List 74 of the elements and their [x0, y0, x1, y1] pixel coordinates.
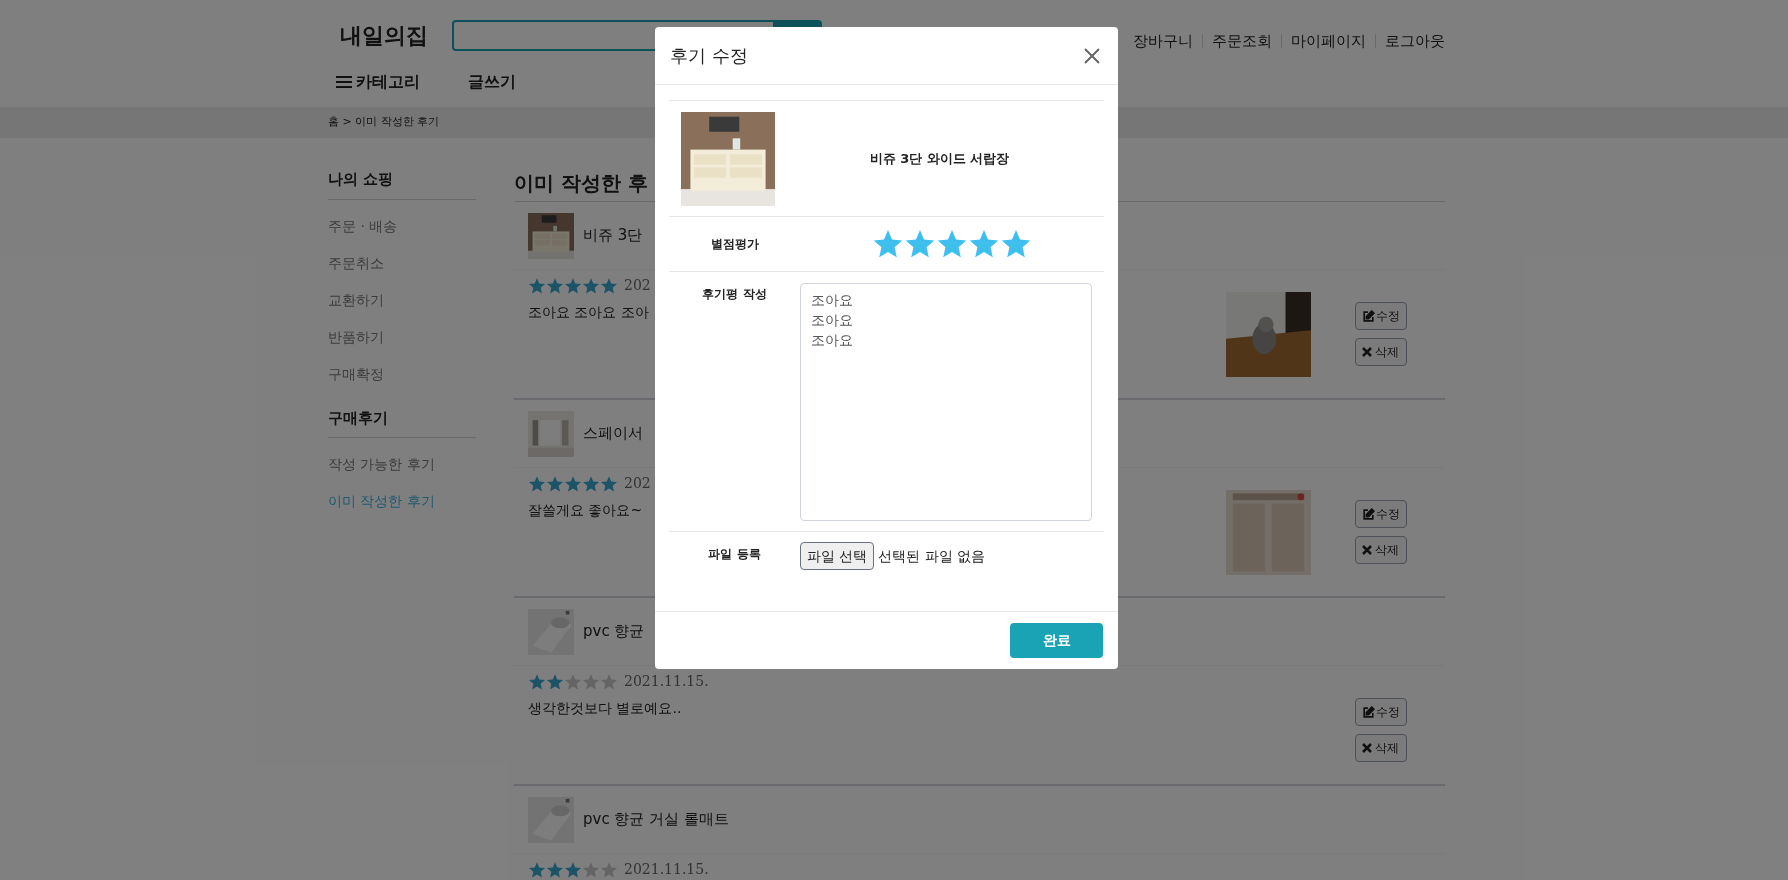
header-link[interactable]: 마이페이지 — [1291, 29, 1366, 53]
review-text: 잘쓸게요 좋아요~ — [528, 501, 644, 520]
edit-icon — [1362, 507, 1375, 521]
sidebar-item[interactable]: 교환하기 — [328, 281, 476, 319]
star-icon — [528, 474, 546, 493]
star-icon — [600, 672, 618, 691]
sidebar-item[interactable]: 반품하기 — [328, 318, 476, 356]
product-name[interactable]: pvc 향균 — [583, 620, 645, 643]
header-link[interactable]: 주문조회 — [1212, 29, 1272, 53]
star-icon — [1000, 228, 1032, 260]
star-icon — [968, 228, 1000, 260]
edit-button[interactable]: 수정 — [1355, 698, 1407, 726]
star-icon — [936, 228, 968, 260]
star-icon — [564, 276, 582, 295]
review-text: 조아요 조아요 조아 — [528, 303, 650, 322]
dialog-title: 후기 수정 — [670, 44, 748, 68]
star-icon — [546, 672, 564, 691]
edit-icon — [1362, 705, 1375, 719]
star-icon — [600, 474, 618, 493]
star-icon — [904, 228, 936, 260]
edit-button[interactable]: 수정 — [1355, 500, 1407, 528]
file-status: 선택된 파일 없음 — [878, 547, 986, 566]
close-icon — [1362, 347, 1372, 357]
star-icon — [600, 276, 618, 295]
delete-button[interactable]: 삭제 — [1355, 338, 1407, 366]
review-date: 2021.11.15. — [624, 860, 709, 879]
review-textarea[interactable]: 조아요 조아요 조아요 — [800, 283, 1092, 521]
sidebar-heading: 구매후기 — [328, 406, 476, 438]
write-link[interactable]: 글쓰기 — [468, 70, 516, 94]
header-link[interactable]: 로그아웃 — [1385, 29, 1445, 53]
review-date: 202 — [624, 276, 651, 295]
product-name[interactable]: 스페이서 — [583, 422, 643, 445]
category-menu[interactable]: 카테고리 — [336, 70, 420, 94]
star-icon — [600, 860, 618, 879]
product-name[interactable]: 비쥬 3단 — [583, 224, 643, 247]
star-icon — [872, 228, 904, 260]
sidebar-heading: 나의 쇼핑 — [328, 168, 476, 200]
star-icon — [528, 276, 546, 295]
menu-icon — [336, 75, 352, 89]
star-icon — [564, 474, 582, 493]
rating-label: 별점평가 — [709, 236, 760, 253]
review-date: 2021.11.15. — [624, 672, 709, 691]
product-name[interactable]: pvc 향균 거실 롤매트 — [583, 808, 729, 831]
file-label: 파일 등록 — [707, 546, 762, 563]
star-icon — [564, 860, 582, 879]
star-icon — [582, 276, 600, 295]
star-icon — [582, 474, 600, 493]
sidebar-item[interactable]: 작성 가능한 후기 — [328, 446, 476, 483]
breadcrumb: 홈 > 이미 작성한 후기 — [328, 114, 440, 131]
star-icon — [528, 672, 546, 691]
sidebar-item[interactable]: 주문취소 — [328, 244, 476, 282]
star-icon — [582, 860, 600, 879]
close-icon — [1362, 545, 1372, 555]
submit-button[interactable]: 완료 — [1010, 623, 1103, 658]
review-label: 후기평 작성 — [701, 286, 768, 303]
star-icon — [564, 672, 582, 691]
review-text: 생각한것보다 별로예요.. — [528, 699, 683, 718]
star-icon — [582, 672, 600, 691]
edit-button[interactable]: 수정 — [1355, 302, 1407, 330]
close-icon — [1362, 743, 1372, 753]
file-select-button[interactable]: 파일 선택 — [800, 542, 875, 570]
header-link[interactable]: 장바구니 — [1133, 29, 1193, 53]
delete-button[interactable]: 삭제 — [1355, 536, 1407, 564]
sidebar-item[interactable]: 주문 · 배송 — [328, 207, 476, 245]
star-icon — [546, 276, 564, 295]
delete-button[interactable]: 삭제 — [1355, 734, 1407, 762]
edit-icon — [1362, 309, 1375, 323]
sidebar-item[interactable]: 구매확정 — [328, 355, 476, 393]
review-date: 202 — [624, 474, 651, 493]
product-name: 비쥬 3단 와이드 서랍장 — [868, 149, 1011, 168]
star-icon — [528, 860, 546, 879]
site-logo[interactable]: 내일의집 — [340, 18, 452, 52]
star-icon — [546, 860, 564, 879]
star-icon — [546, 474, 564, 493]
